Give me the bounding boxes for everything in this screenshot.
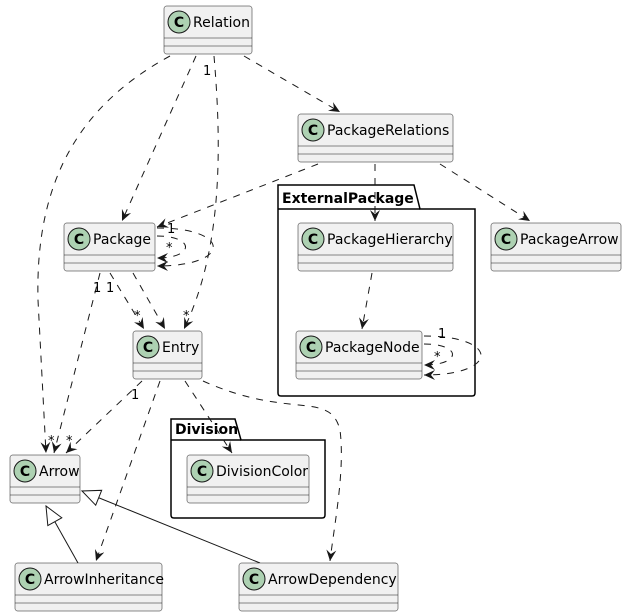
class-division-color[interactable]: C DivisionColor: [186, 454, 310, 504]
package-name: Division: [175, 422, 238, 438]
class-package[interactable]: C Package: [63, 222, 156, 272]
svg-text:C: C: [249, 572, 259, 588]
svg-text:C: C: [74, 232, 84, 248]
multiplicity-label: *: [66, 434, 73, 449]
class-entry[interactable]: C Entry: [132, 330, 203, 380]
class-name: PackageArrow: [520, 232, 619, 248]
dependency-edge-relation-to-package: [121, 55, 197, 222]
multiplicity-label: *: [183, 309, 190, 324]
multiplicity-label: 1: [167, 222, 175, 237]
class-stereotype-icon: C: [301, 118, 325, 142]
dependency-edge-package-to-arrow: [51, 272, 101, 454]
dependency-edge-relation-to-entry: [183, 55, 219, 330]
multiplicity-label: 1: [203, 64, 211, 79]
svg-text:C: C: [174, 15, 184, 31]
class-name: Entry: [162, 340, 199, 356]
multiplicity-label: *: [166, 241, 173, 256]
class-arrow[interactable]: C Arrow: [9, 454, 81, 504]
class-diagram: ExternalPackage Division C Relation C Packag…: [0, 0, 627, 616]
class-stereotype-icon: C: [167, 10, 191, 34]
multiplicity-label: *: [434, 350, 441, 365]
class-name: PackageNode: [325, 340, 420, 356]
svg-text:C: C: [25, 572, 35, 588]
svg-text:C: C: [197, 464, 207, 480]
class-arrow-dependency[interactable]: C ArrowDependency: [238, 562, 399, 612]
class-package-arrow[interactable]: C PackageArrow: [490, 222, 622, 272]
svg-text:C: C: [308, 232, 318, 248]
svg-text:C: C: [306, 340, 316, 356]
class-name: DivisionColor: [216, 464, 308, 480]
class-stereotype-icon: C: [18, 567, 42, 591]
class-stereotype-icon: C: [190, 459, 214, 483]
multiplicity-label: *: [48, 434, 55, 449]
svg-text:C: C: [501, 232, 511, 248]
class-name: Relation: [193, 15, 250, 31]
dependency-edge-entry-to-arrow-inheritance: [94, 380, 161, 562]
class-stereotype-icon: C: [299, 335, 323, 359]
class-stereotype-icon: C: [13, 459, 37, 483]
class-package-hierarchy[interactable]: C PackageHierarchy: [297, 222, 454, 272]
class-name: PackageRelations: [327, 123, 449, 139]
class-arrow-inheritance[interactable]: C ArrowInheritance: [14, 562, 164, 612]
class-name: Arrow: [39, 464, 80, 480]
class-name: PackageHierarchy: [327, 232, 453, 248]
class-stereotype-icon: C: [67, 227, 91, 251]
class-stereotype-icon: C: [301, 227, 325, 251]
class-name: ArrowDependency: [268, 572, 397, 588]
class-relation[interactable]: C Relation: [163, 5, 253, 55]
package-name: ExternalPackage: [282, 191, 414, 207]
multiplicity-label: 1: [131, 388, 139, 403]
class-name: ArrowInheritance: [44, 572, 164, 588]
multiplicity-label: 1: [106, 281, 114, 296]
multiplicity-label: *: [134, 309, 141, 324]
svg-text:C: C: [20, 464, 30, 480]
inheritance-edge-arrow-inheritance-to-arrow: [46, 506, 79, 564]
class-stereotype-icon: C: [136, 335, 160, 359]
svg-text:C: C: [308, 123, 318, 139]
multiplicity-label: 1: [438, 327, 446, 342]
class-name: Package: [93, 232, 151, 248]
multiplicity-label: 1: [93, 281, 101, 296]
class-package-relations[interactable]: C PackageRelations: [297, 113, 454, 163]
svg-text:C: C: [143, 340, 153, 356]
diagram-canvas: ExternalPackage Division C Relation C Packag…: [9, 5, 622, 612]
class-stereotype-icon: C: [494, 227, 518, 251]
dependency-edge-relation-to-package-relations: [243, 55, 341, 113]
class-package-node[interactable]: C PackageNode: [295, 330, 423, 380]
class-stereotype-icon: C: [242, 567, 266, 591]
